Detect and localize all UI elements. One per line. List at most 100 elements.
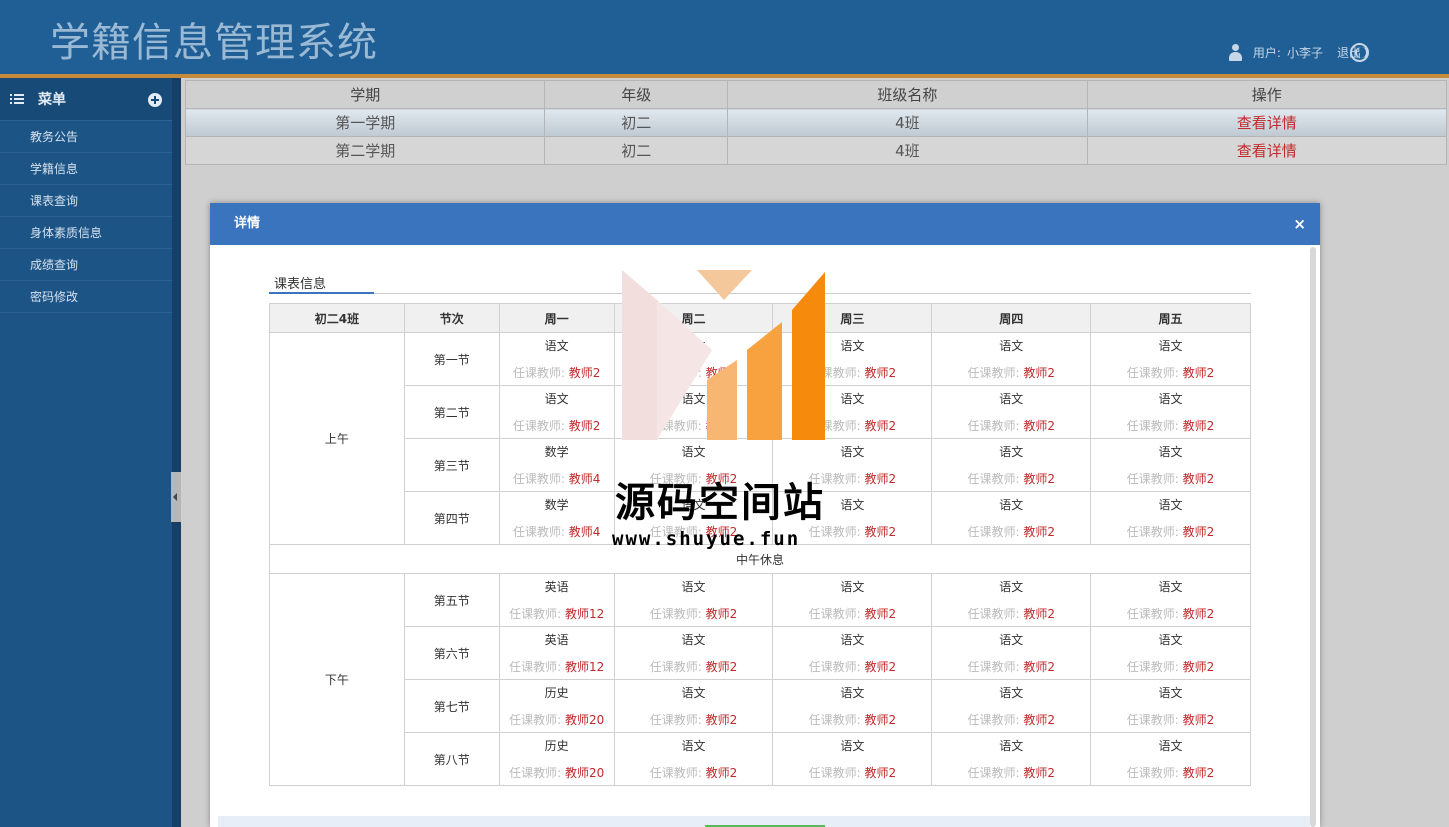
teacher-line: 任课教师: 教师20	[509, 713, 604, 727]
teacher-name: 教师20	[564, 713, 605, 727]
day-header: 周五	[1090, 303, 1251, 333]
close-icon[interactable]: ×	[1293, 203, 1306, 245]
globe-icon[interactable]	[1350, 43, 1369, 62]
schedule-cell: 语文 任课教师: 教师2	[613, 438, 774, 492]
subject-name: 语文	[840, 739, 865, 753]
teacher-name: 教师2	[1023, 472, 1055, 486]
subject-name: 语文	[999, 392, 1024, 406]
sidebar-item-password[interactable]: 密码修改	[0, 281, 172, 313]
teacher-name: 教师2	[1023, 419, 1055, 433]
subject-name: 语文	[1158, 739, 1183, 753]
teacher-name: 教师2	[1023, 525, 1055, 539]
teacher-name: 教师2	[705, 419, 738, 433]
section-title: 课表信息	[274, 277, 327, 292]
teacher-label: 任课教师:	[649, 607, 702, 621]
teacher-label: 任课教师:	[509, 660, 562, 674]
schedule-cell: 语文 任课教师: 教师2	[1090, 679, 1251, 733]
subject-name: 语文	[681, 739, 706, 753]
modal-title: 详情	[234, 216, 261, 231]
teacher-name: 教师2	[1182, 713, 1215, 727]
teacher-label: 任课教师:	[1126, 660, 1179, 674]
teacher-name: 教师2	[705, 472, 738, 486]
view-details-link[interactable]: 查看详情	[1086, 108, 1448, 137]
sidebar-item-student-info[interactable]: 学籍信息	[0, 153, 172, 185]
schedule-row: 下午 第五节 英语 任课教师: 教师12 语文 任课教师: 教师2 语文 任课教师: 教师2 语…	[269, 573, 1251, 786]
teacher-line: 任课教师: 教师2	[809, 366, 897, 380]
teacher-line: 任课教师: 教师2	[967, 713, 1055, 727]
teacher-label: 任课教师:	[808, 660, 861, 674]
teacher-line: 任课教师: 教师2	[513, 419, 601, 433]
teacher-line: 任课教师: 教师2	[967, 472, 1055, 486]
sidebar: 菜单 教务公告 学籍信息 课表查询 身体素质信息 成绩查询 密码修改	[0, 78, 172, 827]
table-cell: 初二	[544, 108, 729, 137]
sidebar-item-grades[interactable]: 成绩查询	[0, 249, 172, 281]
schedule-cell: 语文 任课教师: 教师2	[613, 332, 774, 386]
subject-name: 语文	[1158, 392, 1183, 406]
schedule-row: 上午 第一节 语文 任课教师: 教师2 语文 任课教师: 教师2 语文 任课教师: 教师2 语文…	[269, 332, 1251, 545]
teacher-line: 任课教师: 教师2	[1127, 660, 1215, 674]
teacher-label: 任课教师:	[1126, 419, 1179, 433]
modal-scrollbar[interactable]	[1310, 247, 1316, 827]
schedule-cell: 数学 任课教师: 教师4	[498, 491, 615, 545]
schedule-row: 第四节 数学 任课教师: 教师4 语文 任课教师: 教师2 语文 任课教师: 教师2 语文 任课…	[270, 491, 1251, 545]
teacher-line: 任课教师: 教师2	[809, 713, 897, 727]
schedule-cell: 语文任课教师: 教师2	[931, 385, 1092, 439]
sidebar-item-fitness[interactable]: 身体素质信息	[0, 217, 172, 249]
teacher-line: 任课教师: 教师2	[809, 419, 897, 433]
teacher-line: 任课教师: 教师2	[967, 607, 1055, 621]
subject-name: 语文	[1158, 580, 1183, 594]
subject-name: 语文	[999, 498, 1024, 512]
teacher-label: 任课教师:	[649, 366, 702, 380]
schedule-cell: 语文 任课教师: 教师2	[1090, 438, 1251, 492]
schedule-cell: 语文任课教师: 教师2	[772, 679, 933, 733]
teacher-name: 教师2	[1182, 525, 1215, 539]
teacher-label: 任课教师:	[967, 766, 1020, 780]
teacher-label: 任课教师:	[967, 419, 1020, 433]
period-header: 节次	[403, 303, 500, 333]
schedule-cell: 语文 任课教师: 教师2	[498, 385, 615, 439]
subject-name: 语文	[840, 633, 865, 647]
teacher-label: 任课教师:	[649, 472, 702, 486]
teacher-label: 任课教师:	[808, 419, 861, 433]
teacher-name: 教师2	[1023, 713, 1055, 727]
schedule-cell: 语文 任课教师: 教师2	[772, 573, 933, 627]
teacher-label: 任课教师:	[512, 525, 565, 539]
table-row: 第一学期 初二 4班 查看详情	[184, 108, 1448, 137]
day-header: 周二	[613, 303, 774, 333]
teacher-name: 教师20	[564, 766, 605, 780]
subject-name: 历史	[544, 739, 569, 753]
subject-name: 语文	[999, 580, 1024, 594]
period-name: 第五节	[403, 573, 500, 627]
teacher-line: 任课教师: 教师2	[967, 660, 1055, 674]
teacher-line: 任课教师: 教师2	[967, 525, 1055, 539]
column-header: 操作	[1086, 80, 1448, 109]
teacher-name: 教师4	[568, 472, 601, 486]
sidebar-collapse-handle[interactable]	[171, 472, 181, 522]
subject-name: 语文	[681, 633, 706, 647]
morning-label: 上午	[269, 332, 405, 545]
period-name: 第八节	[403, 732, 500, 786]
teacher-line: 任课教师: 教师2	[1127, 607, 1215, 621]
teacher-label: 任课教师:	[967, 713, 1020, 727]
schedule-cell: 语文任课教师: 教师2	[931, 573, 1092, 627]
sidebar-item-schedule[interactable]: 课表查询	[0, 185, 172, 217]
view-details-link[interactable]: 查看详情	[1086, 136, 1448, 165]
teacher-label: 任课教师:	[512, 366, 565, 380]
schedule-cell: 语文任课教师: 教师2	[931, 491, 1092, 545]
sidebar-edge	[172, 78, 181, 827]
table-cell: 初二	[544, 136, 729, 165]
teacher-label: 任课教师:	[967, 366, 1020, 380]
teacher-line: 任课教师: 教师2	[650, 472, 738, 486]
schedule-cell: 语文任课教师: 教师2	[772, 626, 933, 680]
teacher-name: 教师12	[564, 607, 605, 621]
schedule-row: 第二节 语文 任课教师: 教师2 语文 任课教师: 教师2 语文 任课教师: 教师2 语文 任课…	[270, 385, 1251, 439]
teacher-line: 任课教师: 教师4	[513, 472, 601, 486]
teacher-line: 任课教师: 教师2	[809, 472, 897, 486]
schedule-row: 第七节 历史 任课教师: 教师20 语文 任课教师: 教师2 语文 任课教师: 教师2 语文任…	[270, 679, 1251, 733]
teacher-name: 教师2	[864, 660, 897, 674]
plus-circle-icon[interactable]	[148, 93, 162, 107]
subject-name: 语文	[840, 686, 865, 700]
teacher-line: 任课教师: 教师2	[809, 607, 897, 621]
sidebar-item-announcements[interactable]: 教务公告	[0, 121, 172, 153]
teacher-line: 任课教师: 教师2	[650, 607, 738, 621]
